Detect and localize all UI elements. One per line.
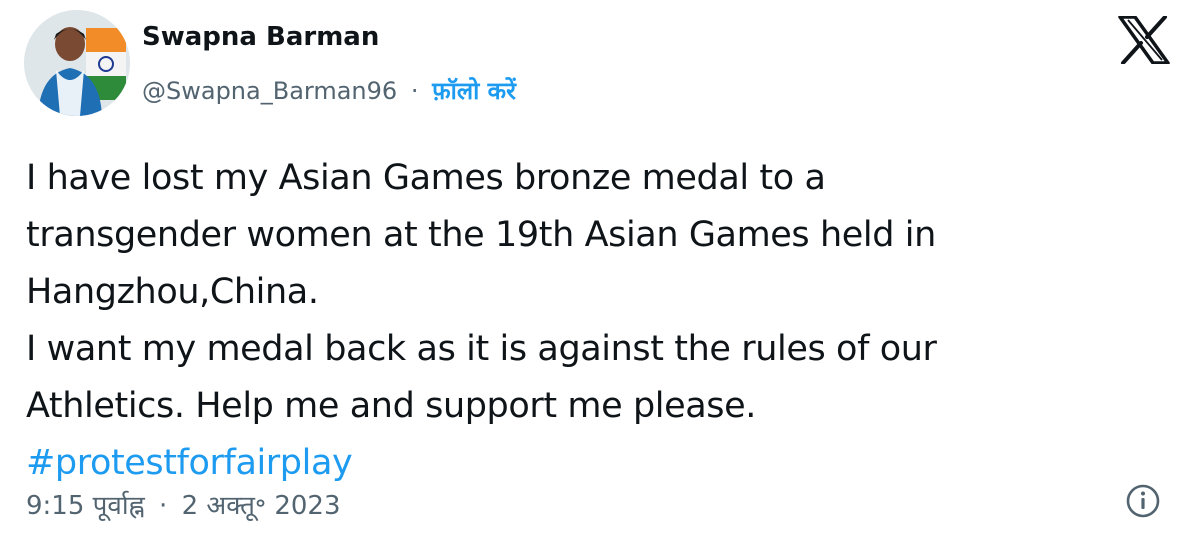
author-name[interactable]: Swapna Barman (142, 22, 379, 52)
profile-photo-icon (24, 10, 130, 116)
tweet-line: Athletics. Help me and support me please… (26, 386, 756, 426)
tweet-body: I have lost my Asian Games bronze medal … (26, 150, 1166, 492)
tweet-line: I have lost my Asian Games bronze medal … (26, 158, 826, 198)
tweet-timestamp[interactable]: 9:15 पूर्वाह्न · 2 अक्तू॰ 2023 (26, 486, 341, 522)
handle-separator: · (410, 77, 419, 105)
meta-separator: · (159, 491, 168, 521)
tweet-line: transgender women at the 19th Asian Game… (26, 215, 936, 255)
tweet-time: 9:15 पूर्वाह्न (26, 491, 145, 521)
author-avatar[interactable] (24, 10, 130, 116)
x-logo-icon[interactable] (1118, 16, 1170, 64)
author-handle[interactable]: @Swapna_Barman96 (142, 77, 397, 105)
author-handle-row: @Swapna_Barman96 · फ़ॉलो करें (142, 74, 516, 107)
tweet-card: Swapna Barman @Swapna_Barman96 · फ़ॉलो क… (0, 0, 1200, 537)
tweet-line: Hangzhou,China. (26, 272, 319, 312)
hashtag-link[interactable]: #protestforfairplay (26, 435, 1166, 492)
info-icon[interactable] (1125, 483, 1161, 519)
tweet-date: 2 अक्तू॰ 2023 (181, 491, 341, 521)
follow-button[interactable]: फ़ॉलो करें (432, 77, 516, 105)
tweet-line: I want my medal back as it is against th… (26, 329, 937, 369)
